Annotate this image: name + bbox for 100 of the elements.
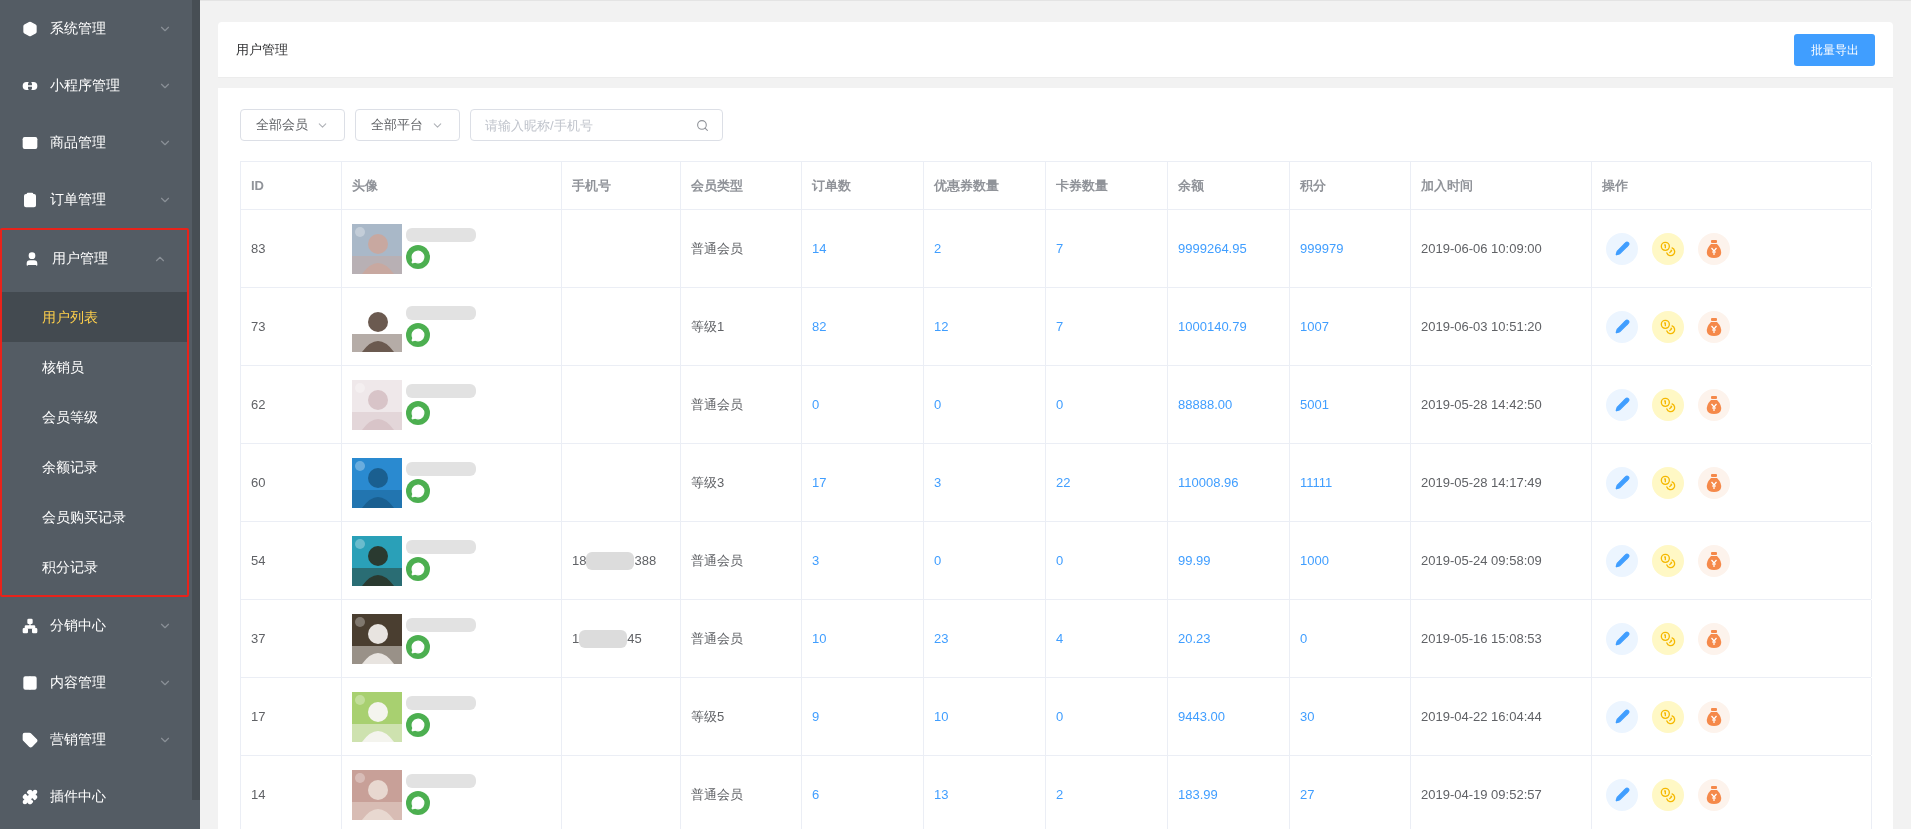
menu-icon [22, 617, 38, 634]
table-cell-text: 2019-06-03 10:51:20 [1421, 317, 1542, 336]
edit-button[interactable] [1606, 622, 1638, 655]
column-header: 操作 [1602, 176, 1628, 195]
menu-icon [24, 250, 40, 267]
table-cell-text: 17 [812, 473, 827, 492]
table-cell-text: 2019-05-24 09:58:09 [1421, 551, 1542, 570]
table-cell-text: 999979 [1300, 239, 1344, 258]
coins-button[interactable] [1652, 700, 1684, 733]
coins-button[interactable] [1652, 232, 1684, 265]
column-header: 手机号 [572, 176, 611, 195]
money-bag-button[interactable] [1698, 310, 1730, 343]
menu-item[interactable]: 分销中心 [0, 597, 192, 654]
column-header: 优惠券数量 [934, 176, 999, 195]
money-bag-button[interactable] [1698, 232, 1730, 265]
pencil-icon [1614, 709, 1630, 724]
scrollbar[interactable] [192, 0, 200, 800]
blurred-name [406, 696, 476, 710]
menu-item[interactable]: 系统管理 [0, 0, 192, 57]
money-bag-button[interactable] [1698, 622, 1730, 655]
edit-button[interactable] [1606, 544, 1638, 577]
column-header: 积分 [1300, 176, 1326, 195]
filter-select[interactable]: 全部平台 [355, 109, 460, 141]
money-bag-button[interactable] [1698, 466, 1730, 499]
submenu-item[interactable]: 核销员 [2, 342, 187, 392]
money-bag-button[interactable] [1698, 544, 1730, 577]
pencil-icon [1614, 631, 1630, 646]
coins-button[interactable] [1652, 388, 1684, 421]
table-cell-text: 37 [251, 629, 266, 648]
table-cell-text: 22 [1056, 473, 1071, 492]
table-cell-text: 普通会员 [691, 551, 743, 570]
money-bag-button[interactable] [1698, 388, 1730, 421]
submenu-item[interactable]: 余额记录 [2, 442, 187, 492]
coins-icon [1660, 240, 1676, 257]
menu-item[interactable]: 营销管理 [0, 711, 192, 768]
coins-button[interactable] [1652, 310, 1684, 343]
chat-bubble-icon [411, 328, 425, 342]
blurred-name [406, 540, 476, 554]
column-header: 头像 [352, 176, 378, 195]
table-cell-text: 9999264.95 [1178, 239, 1247, 258]
money-bag-icon [1706, 473, 1722, 492]
blurred-name [406, 228, 476, 242]
table-cell-text: 14 [251, 785, 266, 804]
pencil-icon [1614, 241, 1630, 256]
table-cell-text: 62 [251, 395, 266, 414]
table-cell-text: 等级1 [691, 317, 725, 336]
column-header: 加入时间 [1421, 176, 1473, 195]
table-cell-text: 13 [934, 785, 949, 804]
chat-bubble-icon [411, 562, 425, 576]
table-cell-text: 10 [934, 707, 949, 726]
table-cell-text: 3 [812, 551, 820, 570]
filter-select[interactable]: 全部会员 [240, 109, 345, 141]
table-cell-text: 10 [812, 629, 827, 648]
menu-item[interactable]: 商品管理 [0, 114, 192, 171]
table-cell-text: 3 [934, 473, 942, 492]
table-cell: 18 388 [572, 550, 657, 571]
menu-item[interactable]: 小程序管理 [0, 57, 192, 114]
chat-bubble-icon [411, 250, 425, 264]
table-cell-text: 110008.96 [1178, 473, 1239, 492]
money-bag-icon [1706, 551, 1722, 570]
menu-item[interactable]: 用户管理 [2, 230, 187, 287]
menu-item[interactable]: 订单管理 [0, 171, 192, 228]
money-bag-button[interactable] [1698, 700, 1730, 733]
table-cell-text: 2019-04-22 16:04:44 [1421, 707, 1542, 726]
table-cell-text: 普通会员 [691, 785, 743, 804]
table-cell-text: 普通会员 [691, 395, 743, 414]
table-cell-text: 0 [812, 395, 820, 414]
edit-button[interactable] [1606, 232, 1638, 265]
table-cell-text: 17 [251, 707, 266, 726]
table-cell-text: 9443.00 [1178, 707, 1225, 726]
submenu-item[interactable]: 会员购买记录 [2, 492, 187, 542]
coins-button[interactable] [1652, 544, 1684, 577]
money-bag-icon [1706, 395, 1722, 414]
table-cell-text: 2 [1056, 785, 1064, 804]
edit-button[interactable] [1606, 388, 1638, 421]
search-field[interactable]: 请输入昵称/手机号 [470, 109, 723, 141]
edit-button[interactable] [1606, 310, 1638, 343]
table-cell-text: 2019-06-06 10:09:00 [1421, 239, 1542, 258]
pencil-icon [1614, 319, 1630, 334]
table-cell-text: 4 [1056, 629, 1064, 648]
money-bag-button[interactable] [1698, 778, 1730, 811]
money-bag-icon [1706, 239, 1722, 258]
blurred-name [406, 462, 476, 476]
coins-button[interactable] [1652, 778, 1684, 811]
edit-button[interactable] [1606, 700, 1638, 733]
table-cell-text: 12 [934, 317, 949, 336]
coins-button[interactable] [1652, 622, 1684, 655]
menu-icon [22, 20, 38, 37]
table-cell-text: 2019-05-28 14:42:50 [1421, 395, 1542, 414]
menu-item[interactable]: 内容管理 [0, 654, 192, 711]
menu-item[interactable]: 插件中心 [0, 768, 192, 825]
edit-button[interactable] [1606, 778, 1638, 811]
table-cell-text: 等级5 [691, 707, 725, 726]
submenu-item[interactable]: 会员等级 [2, 392, 187, 442]
submenu-item[interactable]: 用户列表 [2, 292, 187, 342]
edit-button[interactable] [1606, 466, 1638, 499]
table-cell-text: 等级3 [691, 473, 725, 492]
submenu-item[interactable]: 积分记录 [2, 542, 187, 592]
coins-button[interactable] [1652, 466, 1684, 499]
table-cell-text: 99.99 [1178, 551, 1211, 570]
